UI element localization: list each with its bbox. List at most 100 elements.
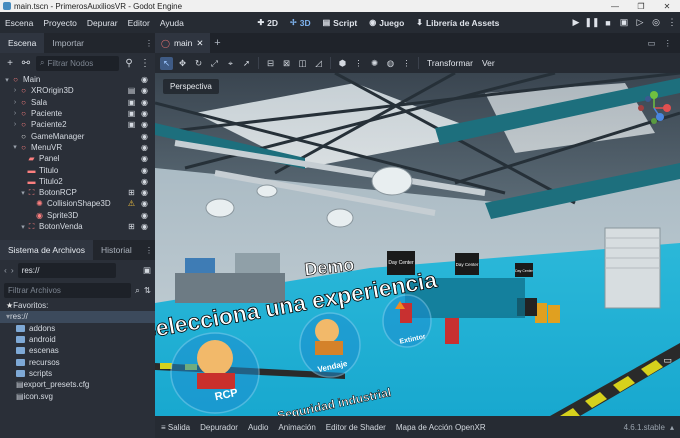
expand-arrow-icon[interactable]: ▾ [19,223,27,231]
rotate-mode-icon[interactable]: ↻ [192,57,205,70]
tab-importar[interactable]: Importar [44,33,92,53]
tree-node[interactable]: › ○ Sala ▣ ◉ [0,97,155,108]
editor-more-icon[interactable]: ⋮ [664,38,673,49]
workspace-asset-library-button[interactable]: ⬇ Librería de Assets [410,18,505,28]
tree-node[interactable]: ▬ Titulo ◉ [0,164,155,175]
environment-icon[interactable]: ◍ [384,57,397,70]
bottom-tab-depurador[interactable]: Depurador [200,423,238,432]
preview-more-icon[interactable]: ⋮ [400,57,413,70]
more-icon[interactable]: ⋮ [664,17,680,28]
fs-dock-menu-icon[interactable]: ⋮ [143,240,155,260]
workspace-game-button[interactable]: ◉ Juego [363,18,410,28]
camera-icon[interactable]: ⋮ [352,57,365,70]
play-icon[interactable]: ▶ [568,17,584,28]
file-row[interactable]: ▤ icon.svg [0,390,155,401]
sun-icon[interactable]: ✺ [368,57,381,70]
tab-escena[interactable]: Escena [0,33,45,53]
bottom-tab-animacion[interactable]: Animación [278,423,315,432]
file-row[interactable]: recursos [0,356,155,367]
local-space-icon[interactable]: ⬢ [336,57,349,70]
tree-node[interactable]: ✺ CollisionShape3D ⚠ ◉ [0,198,155,209]
tab-historial[interactable]: Historial [93,240,140,260]
view-gizmo[interactable] [634,87,674,129]
bottom-tab-editor-de-shader[interactable]: Editor de Shader [326,423,386,432]
file-row[interactable]: scripts [0,368,155,379]
filter-files-input[interactable]: Filtrar Archivos [4,282,132,298]
tree-node[interactable]: ▾ ○ Main ◉ [0,74,155,85]
viewport-expand-icon[interactable]: ▭ [663,355,672,366]
scene-filter-icon[interactable]: ⚲ [123,58,135,69]
file-row[interactable]: android [0,334,155,345]
tree-node[interactable]: › ○ XROrigin3D ▤ ◉ [0,85,155,96]
visibility-eye-icon[interactable]: ◉ [140,177,149,186]
tree-node[interactable]: ◉ Sprite3D ◉ [0,210,155,221]
tree-node[interactable]: ▾ ⛶ BotonVenda ⊞ ◉ [0,221,155,232]
scale-mode-icon[interactable]: ⤢ [208,57,221,70]
pin-panel-icon[interactable]: ▴ [670,423,674,432]
tree-node[interactable]: › ○ Paciente ▣ ◉ [0,108,155,119]
script-attached-icon[interactable]: ▤ [127,86,136,95]
move-mode-icon[interactable]: ✥ [176,57,189,70]
expand-arrow-icon[interactable]: › [11,110,19,117]
forward-icon[interactable]: › [11,265,14,275]
expand-arrow-icon[interactable]: › [11,87,19,94]
select-mode-icon[interactable]: ↖ [160,56,173,70]
menu-editor[interactable]: Editor [123,18,155,28]
bottom-tab-salida[interactable]: ≡ Salida [161,423,190,432]
maximize-button[interactable]: ❐ [628,0,654,12]
remote-deploy-icon[interactable]: ▣ [616,17,632,28]
menu-escena[interactable]: Escena [0,18,38,28]
close-window-button[interactable]: ✕ [654,0,680,12]
visibility-eye-icon[interactable]: ◉ [140,98,149,107]
gizmo-x-icon[interactable] [663,104,671,112]
file-row[interactable]: ★ Favoritos: [0,300,155,311]
visibility-eye-icon[interactable]: ◉ [140,109,149,118]
dock-menu-icon[interactable]: ⋮ [143,33,155,53]
ver-menu[interactable]: Ver [479,58,498,68]
menu-proyecto[interactable]: Proyecto [38,18,82,28]
visibility-eye-icon[interactable]: ◉ [140,86,149,95]
tree-node[interactable]: ▾ ⛶ BotonRCP ⊞ ◉ [0,187,155,198]
gizmo-z-icon[interactable] [656,113,664,121]
expand-arrow-icon[interactable]: › [11,99,19,106]
selectable-icon[interactable]: ⌖ [224,57,237,70]
transformar-menu[interactable]: Transformar [424,58,476,68]
tree-node[interactable]: › ○ Paciente2 ▣ ◉ [0,119,155,130]
close-tab-icon[interactable]: ✕ [196,38,203,49]
movie-maker-icon[interactable]: ◎ [648,17,664,28]
file-row[interactable]: ▾ res:// [0,311,155,323]
tree-node[interactable]: ▾ ○ MenuVR ◉ [0,142,155,153]
expand-arrow-icon[interactable]: ▾ [19,189,27,197]
workspace-script-button[interactable]: ▤ Script [317,18,364,28]
file-row[interactable]: ▤ export_presets.cfg [0,379,155,390]
scene-tree-more-icon[interactable]: ⋮ [139,58,151,69]
visibility-eye-icon[interactable]: ◉ [140,222,149,231]
workspace-3d-button[interactable]: ✢ 3D [284,18,317,28]
visibility-eye-icon[interactable]: ◉ [140,143,149,152]
file-row[interactable]: escenas [0,345,155,356]
ruler-icon[interactable]: ◫ [296,57,309,70]
visibility-eye-icon[interactable]: ◉ [140,211,149,220]
stop-icon[interactable]: ■ [600,18,616,28]
tree-node[interactable]: ○ GameManager ◉ [0,130,155,141]
pause-icon[interactable]: ❚❚ [584,17,600,28]
file-row[interactable]: addons [0,323,155,334]
visibility-eye-icon[interactable]: ◉ [140,199,149,208]
tree-node[interactable]: ▰ Panel ◉ [0,153,155,164]
add-node-icon[interactable]: + [4,58,16,69]
visibility-eye-icon[interactable]: ◉ [140,120,149,129]
area-icon[interactable]: ⊞ [127,222,136,231]
movie-icon[interactable]: ▣ [127,109,136,118]
sort-icon[interactable]: ⇅ [144,285,151,296]
bottom-tab-mapa-de-accion-openxr[interactable]: Mapa de Acción OpenXR [396,423,486,432]
3d-viewport[interactable]: Day Center Day Center Day Center RCP Ven… [155,73,680,416]
workspace-2d-button[interactable]: ✚ 2D [251,18,284,28]
fs-search-icon[interactable]: ⌕ [135,285,140,296]
expand-arrow-icon[interactable]: ▾ [3,76,11,84]
movie-icon[interactable]: ▣ [127,98,136,107]
bottom-tab-audio[interactable]: Audio [248,423,268,432]
snap-icon[interactable]: ◿ [312,57,325,70]
visibility-eye-icon[interactable]: ◉ [140,188,149,197]
group-icon[interactable]: ⊠ [280,57,293,70]
visibility-eye-icon[interactable]: ◉ [140,166,149,175]
